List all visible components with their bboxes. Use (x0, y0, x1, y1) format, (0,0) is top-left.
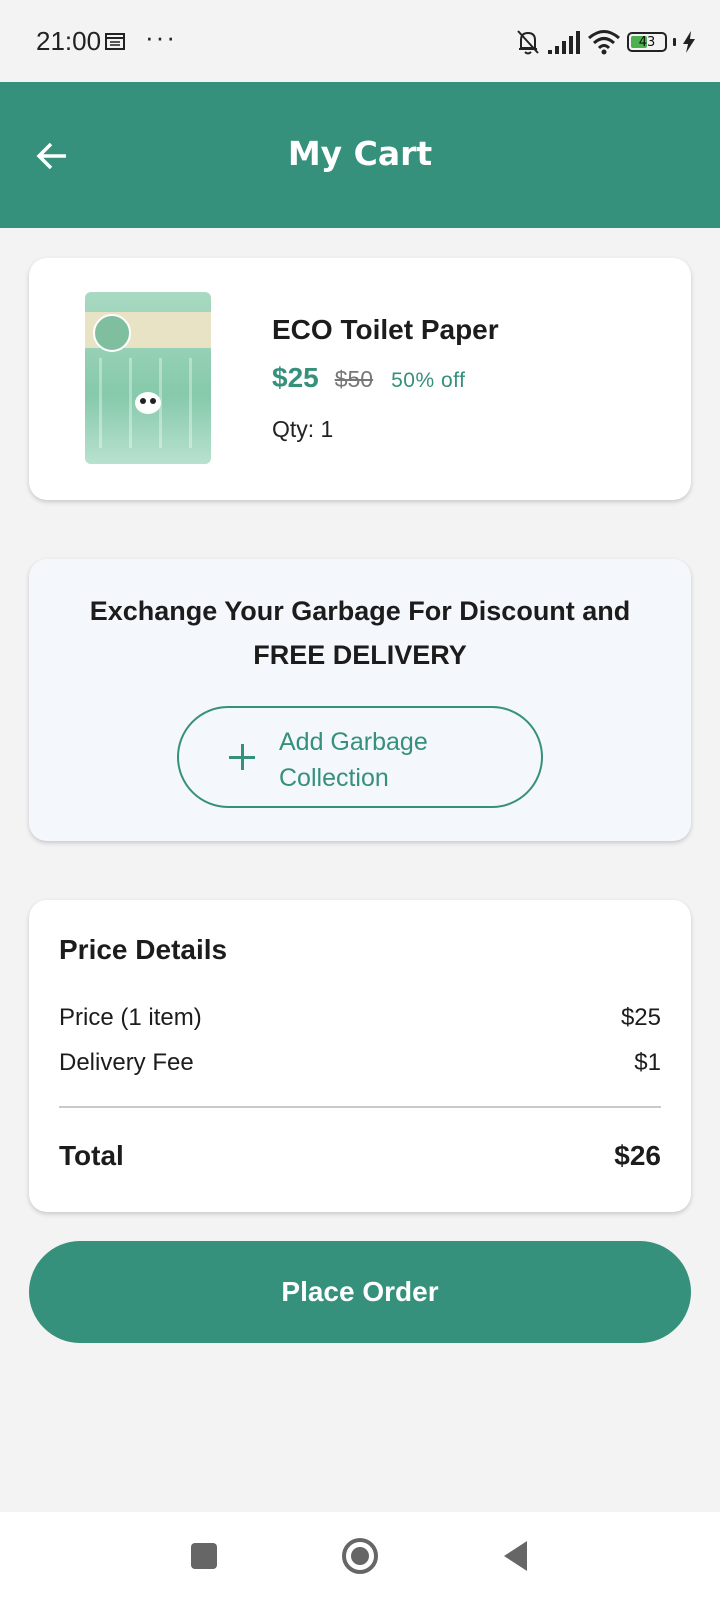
garbage-offer-line2: FREE DELIVERY (253, 640, 467, 670)
product-image (85, 292, 211, 464)
wifi-icon (588, 30, 620, 55)
status-bar: 21:00 ··· 43 (0, 0, 720, 82)
delivery-fee-label: Delivery Fee (59, 1049, 194, 1076)
charging-icon (683, 31, 695, 53)
add-garbage-label: Add Garbage Collection (279, 724, 479, 796)
status-time: 21:00 (36, 26, 102, 56)
plus-icon (229, 744, 255, 770)
more-notifications-icon: ··· (145, 22, 177, 52)
price-value: $25 (620, 1004, 661, 1031)
battery-icon: 43 (627, 32, 667, 52)
original-price: $50 (334, 366, 374, 392)
battery-level: 43 (638, 34, 656, 50)
garbage-offer-card: Exchange Your Garbage For Discount and F… (29, 559, 691, 841)
recents-button[interactable] (180, 1532, 228, 1580)
price-label: Price (1 item) (59, 1004, 202, 1031)
product-image-panda (135, 392, 161, 414)
add-garbage-collection-button[interactable]: Add Garbage Collection (177, 706, 543, 808)
total-row: Total $26 (59, 1140, 661, 1172)
add-garbage-label-line2: Collection (279, 764, 389, 792)
current-price: $25 (272, 362, 319, 393)
calendar-icon (105, 33, 125, 50)
cart-item-card[interactable]: ECO Toilet Paper $25 $50 50% off Qty: 1 (29, 258, 691, 500)
total-label: Total (59, 1140, 124, 1171)
app-bar: My Cart (0, 82, 720, 228)
garbage-offer-text: Exchange Your Garbage For Discount and F… (49, 589, 671, 677)
circle-icon (342, 1538, 378, 1574)
delivery-fee-value: $1 (634, 1049, 661, 1076)
discount-label: 50% off (391, 369, 466, 392)
price-row-delivery: Delivery Fee $1 (59, 1049, 661, 1077)
page-title: My Cart (287, 134, 433, 173)
place-order-button[interactable]: Place Order (29, 1241, 691, 1343)
system-nav-bar (0, 1512, 720, 1600)
quantity: Qty: 1 (272, 416, 334, 442)
add-garbage-label-line1: Add Garbage (279, 728, 428, 756)
mute-icon (517, 30, 539, 55)
battery-tip (673, 38, 676, 46)
status-icons: 43 (515, 24, 696, 60)
system-back-button[interactable] (492, 1532, 540, 1580)
price-row-items: Price (1 item) $25 (59, 1004, 661, 1032)
product-image-logo (93, 314, 131, 352)
triangle-back-icon (504, 1541, 527, 1571)
square-icon (191, 1543, 217, 1569)
total-value: $26 (614, 1140, 661, 1171)
home-button[interactable] (336, 1532, 384, 1580)
price-row: $25 $50 50% off (272, 362, 465, 394)
price-details-card: Price Details Price (1 item) $25 Deliver… (29, 900, 691, 1212)
signal-icon (548, 31, 580, 54)
divider (59, 1106, 661, 1108)
garbage-offer-line1: Exchange Your Garbage For Discount and (89, 596, 631, 626)
price-details-title: Price Details (59, 934, 228, 965)
product-name: ECO Toilet Paper (272, 314, 499, 345)
